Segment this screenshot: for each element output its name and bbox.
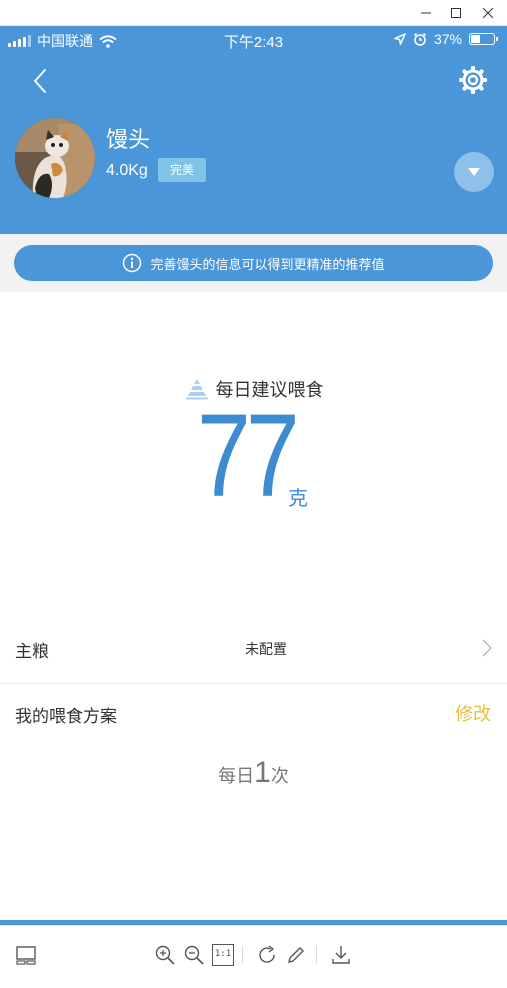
chevron-left-icon [34,69,46,93]
gear-icon [459,66,487,94]
minimize-icon [421,12,431,14]
status-bar: 中国联通 下午2:43 37% [0,26,507,52]
edit-plan-button[interactable]: 修改 [455,700,491,726]
feeding-plan-label: 我的喂食方案 [15,707,117,727]
info-banner-text: 完善馒头的信息可以得到更精准的推荐值 [150,257,385,273]
pet-weight: 4.0Kg [106,162,148,179]
maximize-icon [451,8,461,18]
main-food-value: 未配置 [245,642,287,658]
pet-header: 中国联通 下午2:43 37% 馒头 4.0Kg 完美 [0,26,507,234]
settings-button[interactable] [457,64,489,96]
close-button[interactable] [473,0,503,26]
rotate-icon[interactable] [256,944,278,966]
location-icon [393,33,406,45]
feeding-frequency: 每日1次 [0,756,507,790]
toolbar-separator [316,946,317,964]
cat-photo [15,118,95,198]
edit-icon[interactable] [285,944,307,966]
daily-feed-unit: 克 [288,486,308,510]
back-button[interactable] [26,66,56,96]
toolbar-separator [242,946,243,964]
info-banner[interactable]: 完善馒头的信息可以得到更精准的推荐值 [14,245,493,281]
zoom-in-icon[interactable] [154,944,176,966]
frequency-suffix: 次 [270,766,289,787]
caret-down-icon [468,168,480,176]
battery-icon [469,33,498,45]
frequency-prefix: 每日 [218,766,255,787]
status-badge: 完美 [158,158,207,182]
info-icon [123,253,142,273]
download-icon[interactable] [330,944,352,966]
daily-feed-value: 77 [197,390,300,522]
pet-avatar[interactable] [15,118,95,198]
battery-percent: 37% [433,31,462,47]
alarm-icon [413,32,427,46]
expand-button[interactable] [454,152,494,192]
frequency-number: 1 [254,756,271,789]
window-title-bar [0,0,507,26]
layout-icon[interactable] [15,944,37,966]
minimize-button[interactable] [411,0,441,26]
maximize-button[interactable] [441,0,471,26]
main-food-row[interactable]: 主粮 未配置 [0,628,507,684]
pet-name: 馒头 [106,128,151,153]
viewer-toolbar: 1:1 [0,925,507,988]
actual-size-icon[interactable]: 1:1 [212,944,234,966]
zoom-out-icon[interactable] [183,944,205,966]
info-banner-area: 完善馒头的信息可以得到更精准的推荐值 [0,234,507,292]
chevron-right-icon [482,639,493,657]
main-food-label: 主粮 [15,642,49,662]
close-icon [483,8,493,18]
